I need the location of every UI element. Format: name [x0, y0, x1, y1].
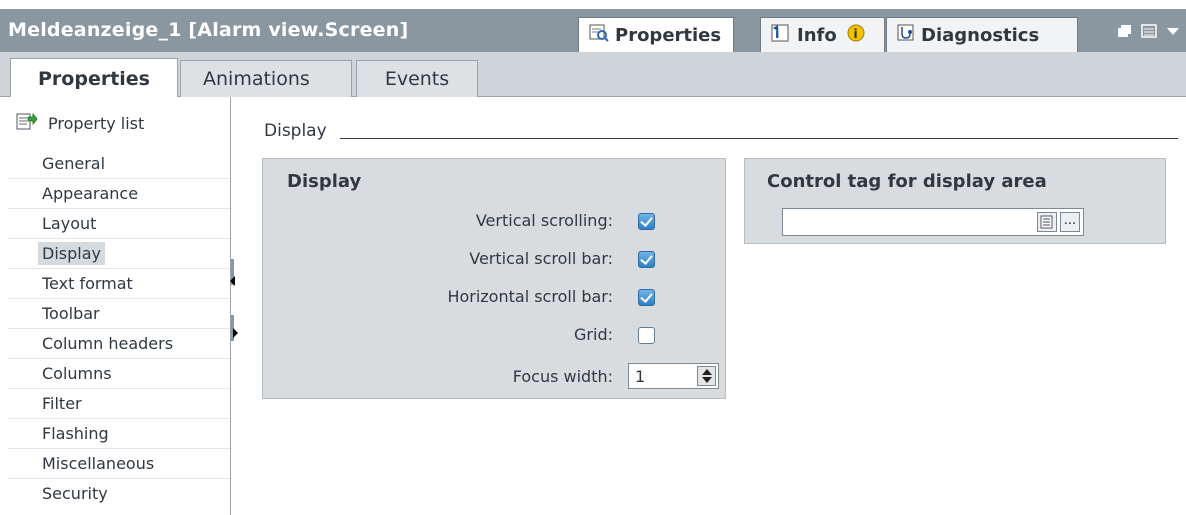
subtab-animations[interactable]: Animations: [180, 60, 352, 97]
info-icon: i: [771, 24, 791, 47]
horizontal-scroll-bar-checkbox[interactable]: [638, 289, 655, 306]
control-tag-input[interactable]: ...: [782, 208, 1084, 236]
vertical-scrolling-checkbox[interactable]: [638, 213, 655, 230]
sidebar-item-label: Layout: [42, 214, 97, 233]
tab-diagnostics[interactable]: Diagnostics: [886, 17, 1078, 52]
tab-properties-label: Properties: [615, 24, 722, 46]
sidebar-item-label: Toolbar: [42, 304, 100, 323]
sidebar-item-label: Text format: [42, 274, 133, 293]
horizontal-scroll-bar-label: Horizontal scroll bar:: [447, 287, 613, 306]
diagnostics-icon: [897, 24, 915, 47]
sidebar-item-label: Filter: [42, 394, 82, 413]
chevron-down-icon[interactable]: [1164, 23, 1182, 39]
sidebar-item-label: Display: [38, 242, 105, 265]
sidebar-item-label: Appearance: [42, 184, 139, 203]
vertical-scroll-bar-checkbox[interactable]: [638, 251, 655, 268]
collapse-left-arrow-icon[interactable]: [230, 276, 235, 286]
sidebar-item-layout[interactable]: Layout: [8, 209, 230, 239]
sidebar-item-text-format[interactable]: Text format: [8, 269, 230, 299]
focus-width-label: Focus width:: [512, 367, 613, 386]
vertical-scrolling-label: Vertical scrolling:: [475, 211, 613, 230]
vertical-scroll-bar-label: Vertical scroll bar:: [469, 249, 613, 268]
sidebar-item-columns[interactable]: Columns: [8, 359, 230, 389]
focus-width-stepper[interactable]: 1: [628, 363, 719, 389]
focus-width-value: 1: [635, 367, 646, 386]
tab-properties[interactable]: Properties: [578, 17, 734, 52]
sidebar-item-appearance[interactable]: Appearance: [8, 179, 230, 209]
menu-icon[interactable]: [1140, 23, 1158, 39]
window-title: Meldeanzeige_1 [Alarm view.Screen]: [8, 19, 409, 41]
tab-diagnostics-label: Diagnostics: [921, 24, 1040, 46]
stepper-up-icon[interactable]: [702, 369, 712, 375]
info-badge-icon: i: [847, 24, 865, 47]
sidebar-item-toolbar[interactable]: Toolbar: [8, 299, 230, 329]
properties-inspector-window: Meldeanzeige_1 [Alarm view.Screen] Prope…: [0, 0, 1186, 515]
restore-icon[interactable]: [1116, 23, 1134, 39]
sidebar-item-security[interactable]: Security: [8, 479, 230, 509]
inspector-subtabs: Properties Animations Events: [0, 52, 1186, 98]
sidebar-item-flashing[interactable]: Flashing: [8, 419, 230, 449]
grid-checkbox[interactable]: [638, 327, 655, 344]
property-list-icon: [16, 111, 38, 135]
svg-text:i: i: [853, 27, 857, 41]
sidebar-item-display[interactable]: Display: [8, 239, 230, 269]
section-divider: [340, 138, 1178, 139]
sidebar-item-label: Security: [42, 484, 108, 503]
tab-info-label: Info: [797, 24, 837, 46]
sidebar-item-label: Columns: [42, 364, 112, 383]
expand-right-arrow-icon[interactable]: [233, 328, 238, 338]
property-list-sidebar: Property list General Appearance Layout …: [8, 97, 231, 515]
subtab-events[interactable]: Events: [356, 60, 478, 97]
stepper-down-icon[interactable]: [702, 377, 712, 383]
grid-label: Grid:: [574, 325, 613, 344]
tag-list-icon[interactable]: [1037, 212, 1057, 232]
sidebar-item-column-headers[interactable]: Column headers: [8, 329, 230, 359]
sidebar-item-label: Miscellaneous: [42, 454, 155, 473]
properties-icon: [589, 24, 609, 47]
inspector-title-bar: Meldeanzeige_1 [Alarm view.Screen] Prope…: [0, 9, 1186, 52]
property-list-label: Property list: [48, 113, 145, 133]
subtab-properties[interactable]: Properties: [10, 58, 178, 98]
section-title: Display: [264, 121, 327, 141]
window-controls: [1116, 23, 1182, 39]
sidebar-item-label: General: [42, 154, 106, 173]
property-list-header[interactable]: Property list: [8, 97, 230, 149]
display-panel-title: Display: [287, 171, 362, 192]
browse-button[interactable]: ...: [1060, 212, 1080, 232]
sidebar-item-general[interactable]: General: [8, 149, 230, 179]
stepper-arrows-icon[interactable]: [697, 366, 716, 386]
tab-info[interactable]: i Info i: [760, 17, 885, 52]
control-tag-panel-title: Control tag for display area: [767, 171, 1047, 192]
sidebar-item-filter[interactable]: Filter: [8, 389, 230, 419]
sidebar-item-label: Flashing: [42, 424, 109, 443]
sidebar-splitter[interactable]: [230, 97, 243, 515]
sidebar-item-miscellaneous[interactable]: Miscellaneous: [8, 449, 230, 479]
sidebar-item-label: Column headers: [42, 334, 174, 353]
